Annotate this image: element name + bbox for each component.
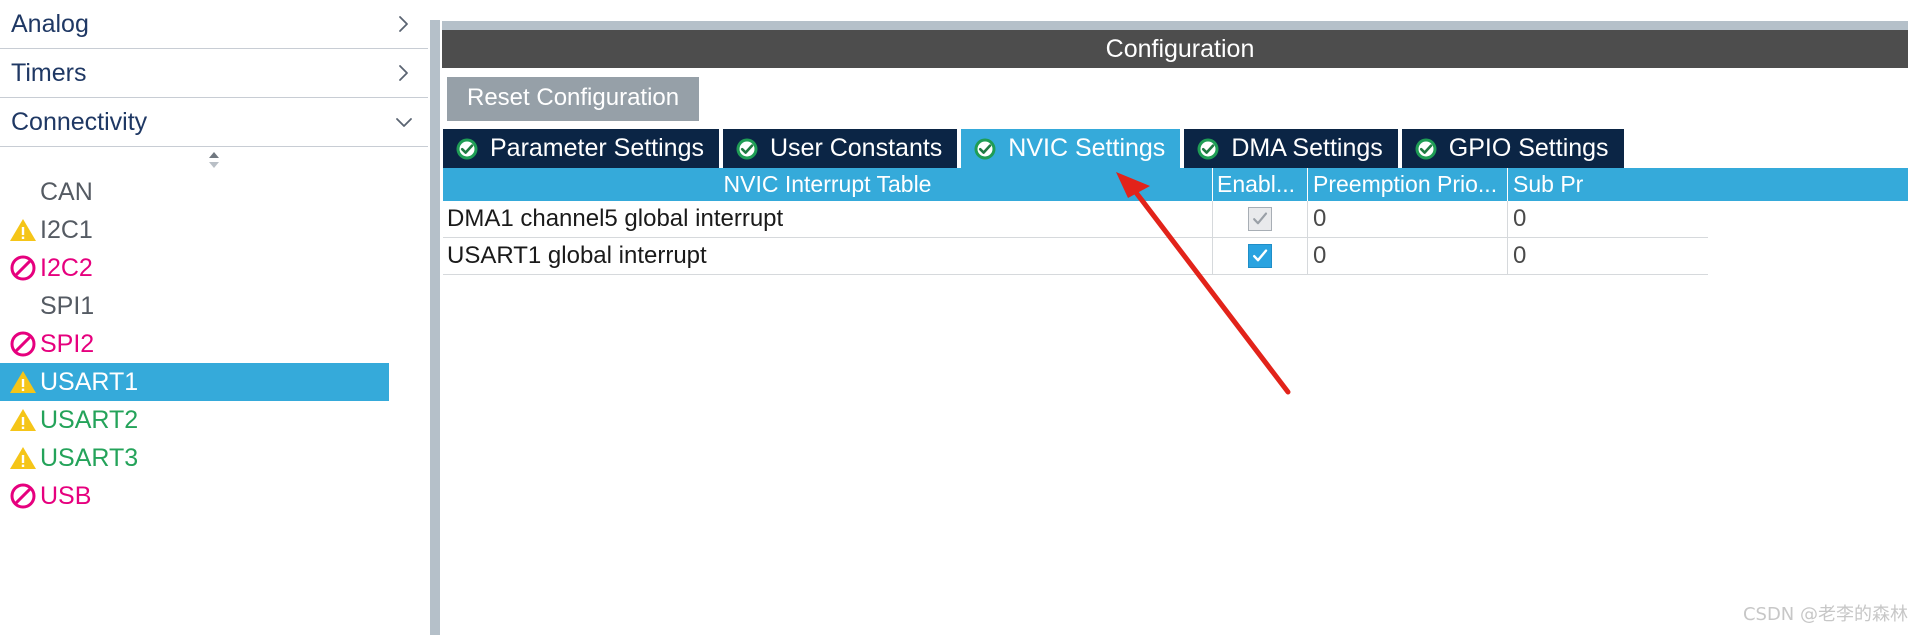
column-header-enabled[interactable]: Enabl... xyxy=(1213,168,1308,201)
status-icon-none xyxy=(6,175,40,209)
sidebar-item-label: I2C1 xyxy=(40,215,93,244)
preemption-priority-cell[interactable]: 0 xyxy=(1308,201,1508,238)
enabled-checkbox[interactable] xyxy=(1248,244,1272,268)
check-circle-icon xyxy=(735,137,759,161)
sidebar-item-usart3[interactable]: USART3 xyxy=(0,439,389,477)
tab-dma-settings[interactable]: DMA Settings xyxy=(1184,129,1398,168)
check-circle-icon xyxy=(455,137,479,161)
tab-parameter-settings[interactable]: Parameter Settings xyxy=(443,129,719,168)
sidebar-item-spi1[interactable]: SPI1 xyxy=(0,287,389,325)
scroll-updown-icon[interactable] xyxy=(0,147,428,173)
tab-label: DMA Settings xyxy=(1231,134,1383,162)
sidebar-category-analog[interactable]: Analog xyxy=(0,0,428,49)
table-row[interactable]: USART1 global interrupt 0 0 xyxy=(443,238,1918,275)
sidebar-item-usart1[interactable]: USART1 xyxy=(0,363,389,401)
enabled-checkbox[interactable] xyxy=(1248,207,1272,231)
tab-label: User Constants xyxy=(770,134,943,162)
warning-icon xyxy=(6,213,40,247)
blocked-icon xyxy=(6,327,40,361)
sidebar-item-usart2[interactable]: USART2 xyxy=(0,401,389,439)
sidebar-item-label: USART2 xyxy=(40,405,139,434)
enabled-cell[interactable] xyxy=(1213,201,1308,238)
panel-top-divider xyxy=(442,21,1918,30)
column-header-name[interactable]: NVIC Interrupt Table xyxy=(443,168,1213,201)
panel-splitter[interactable] xyxy=(428,0,442,635)
vertical-scrollbar[interactable] xyxy=(1908,0,1918,635)
sidebar-item-label: SPI2 xyxy=(40,329,95,358)
nvic-interrupt-table: NVIC Interrupt Table Enabl... Preemption… xyxy=(443,168,1918,275)
sidebar-item-usb[interactable]: USB xyxy=(0,477,389,515)
sidebar-category-label: Analog xyxy=(11,9,89,38)
interrupt-name: USART1 global interrupt xyxy=(443,238,1213,275)
configuration-header: Configuration xyxy=(442,30,1918,68)
sidebar-item-i2c1[interactable]: I2C1 xyxy=(0,211,389,249)
warning-icon xyxy=(6,441,40,475)
check-circle-icon xyxy=(1196,137,1220,161)
warning-icon xyxy=(6,403,40,437)
sidebar-item-label: USART3 xyxy=(40,443,139,472)
tab-label: Parameter Settings xyxy=(490,134,704,162)
sidebar-category-label: Timers xyxy=(11,58,87,87)
warning-icon xyxy=(6,365,40,399)
splitter-top-gap xyxy=(430,0,440,20)
sidebar-category-connectivity[interactable]: Connectivity xyxy=(0,98,428,147)
tab-label: GPIO Settings xyxy=(1448,134,1609,162)
sidebar-item-label: SPI1 xyxy=(40,291,95,320)
sidebar-item-label: I2C2 xyxy=(40,253,93,282)
status-icon-none xyxy=(6,289,40,323)
screen-root: Analog Timers Connectivity CAN I2C1 I2C2… xyxy=(0,0,1918,635)
check-circle-icon xyxy=(973,137,997,161)
peripheral-tree-sidebar: Analog Timers Connectivity CAN I2C1 I2C2… xyxy=(0,0,428,635)
preemption-priority-cell[interactable]: 0 xyxy=(1308,238,1508,275)
table-header-row: NVIC Interrupt Table Enabl... Preemption… xyxy=(443,168,1918,201)
configuration-panel: Configuration Reset Configuration Parame… xyxy=(442,0,1918,635)
sub-priority-cell[interactable]: 0 xyxy=(1508,238,1708,275)
tab-user-constants[interactable]: User Constants xyxy=(723,129,958,168)
sidebar-item-can[interactable]: CAN xyxy=(0,173,389,211)
enabled-cell[interactable] xyxy=(1213,238,1308,275)
settings-tabs: Parameter Settings User Constants NVIC S… xyxy=(443,129,1918,168)
sidebar-item-spi2[interactable]: SPI2 xyxy=(0,325,389,363)
sub-priority-cell[interactable]: 0 xyxy=(1508,201,1708,238)
sidebar-category-timers[interactable]: Timers xyxy=(0,49,428,98)
blocked-icon xyxy=(6,251,40,285)
column-header-preemption-priority[interactable]: Preemption Prio... xyxy=(1308,168,1508,201)
tab-nvic-settings[interactable]: NVIC Settings xyxy=(961,129,1181,168)
table-row[interactable]: DMA1 channel5 global interrupt 0 0 xyxy=(443,201,1918,238)
sidebar-item-label: USB xyxy=(40,481,92,510)
page-title: Configuration xyxy=(1105,34,1255,63)
chevron-right-icon[interactable] xyxy=(394,14,414,34)
sidebar-item-i2c2[interactable]: I2C2 xyxy=(0,249,389,287)
chevron-right-icon[interactable] xyxy=(394,63,414,83)
reset-configuration-button[interactable]: Reset Configuration xyxy=(447,77,700,121)
sidebar-category-label: Connectivity xyxy=(11,107,148,136)
sidebar-item-label: USART1 xyxy=(40,367,139,396)
reset-configuration-area: Reset Configuration xyxy=(442,68,1918,129)
column-header-sub-priority[interactable]: Sub Pr xyxy=(1508,168,1708,201)
tab-gpio-settings[interactable]: GPIO Settings xyxy=(1401,129,1624,168)
tab-label: NVIC Settings xyxy=(1008,134,1166,162)
interrupt-name: DMA1 channel5 global interrupt xyxy=(443,201,1213,238)
check-circle-icon xyxy=(1414,137,1438,161)
sidebar-item-label: CAN xyxy=(40,177,93,206)
splitter-handle[interactable] xyxy=(430,20,440,635)
watermark-text: CSDN @老李的森林 xyxy=(1742,604,1908,625)
blocked-icon xyxy=(6,479,40,513)
panel-top-spacer xyxy=(442,0,1918,21)
peripheral-list: CAN I2C1 I2C2 SPI1 SPI2 USART1 USART2 US… xyxy=(0,173,428,515)
chevron-down-icon[interactable] xyxy=(394,112,414,132)
